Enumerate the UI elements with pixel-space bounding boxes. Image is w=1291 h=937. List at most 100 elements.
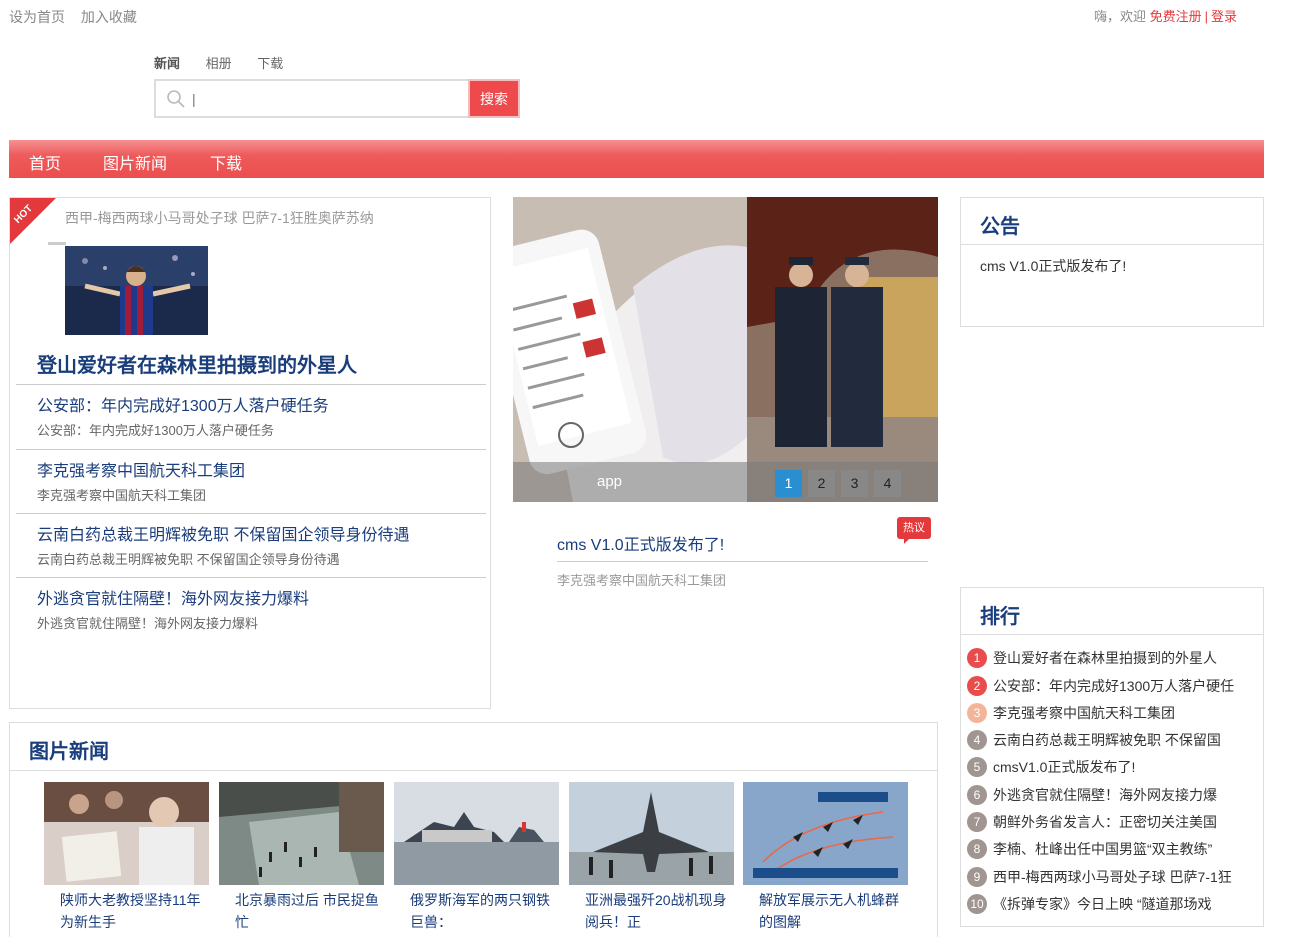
news-title[interactable]: 云南白药总裁王明辉被免职 不保留国企领导身份待遇 <box>37 521 409 545</box>
list-item: 李克强考察中国航天科工集团 李克强考察中国航天科工集团 <box>16 449 486 514</box>
divider <box>961 244 1263 245</box>
slider-dot[interactable]: 4 <box>874 470 901 497</box>
hot-discussion-badge: 热议 <box>897 517 931 544</box>
slider-dot[interactable]: 2 <box>808 470 835 497</box>
search-button[interactable]: 搜索 <box>468 79 520 118</box>
divider <box>961 634 1263 635</box>
rank-number: 8 <box>967 839 987 859</box>
featured-news-title[interactable]: cms V1.0正式版发布了! <box>557 531 724 555</box>
search-input[interactable] <box>192 87 452 111</box>
ranking-item[interactable]: 10 《拆弹专家》今日上映 “隧道那场戏 <box>967 894 1257 914</box>
messi-photo[interactable] <box>65 246 208 335</box>
photo-thumbnail[interactable] <box>569 782 734 885</box>
separator: | <box>1204 9 1208 24</box>
rank-text: 李楠、杜峰出任中国男篮“双主教练” <box>993 841 1213 857</box>
divider <box>557 561 928 562</box>
user-links: 嗨，欢迎 免费注册 | 登录 <box>1094 6 1237 25</box>
photo-news-panel: 图片新闻 陕师大老教授坚持11年为新生手 北京暴雨过后 市民捉鱼忙 俄罗斯海军的… <box>9 722 938 937</box>
rank-number: 1 <box>967 648 987 668</box>
slider-dot[interactable]: 3 <box>841 470 868 497</box>
slider-dot[interactable]: 1 <box>775 470 802 497</box>
ranking-item[interactable]: 5 cmsV1.0正式版发布了! <box>967 757 1257 777</box>
add-favorite-link[interactable]: 加入收藏 <box>81 9 137 25</box>
rank-number: 3 <box>967 703 987 723</box>
rank-text: 云南白药总裁王明辉被免职 不保留国 <box>993 732 1221 748</box>
news-desc: 李克强考察中国航天科工集团 <box>37 488 207 503</box>
rank-text: 公安部：年内完成好1300万人落户硬任 <box>993 678 1235 694</box>
search-box <box>154 79 468 118</box>
slider-image <box>513 197 938 502</box>
photo-caption[interactable]: 北京暴雨过后 市民捉鱼忙 <box>235 889 380 933</box>
ranking-title: 排行 <box>980 606 1020 628</box>
photo-thumbnail[interactable] <box>394 782 559 885</box>
nav-item-download[interactable]: 下载 <box>210 150 242 174</box>
news-desc: 外逃贪官就住隔壁！海外网友接力爆料 <box>37 616 259 631</box>
divider <box>48 242 66 245</box>
top-left-links: 设为首页 加入收藏 <box>9 7 149 27</box>
photo-caption[interactable]: 俄罗斯海军的两只钢铁巨兽： <box>410 889 555 933</box>
list-item: 外逃贪官就住隔壁！海外网友接力爆料 外逃贪官就住隔壁！海外网友接力爆料 <box>16 577 486 641</box>
photo-thumbnail[interactable] <box>44 782 209 885</box>
greeting-text: 嗨，欢迎 <box>1093 9 1146 24</box>
rank-number: 2 <box>967 676 987 696</box>
rank-text: 李克强考察中国航天科工集团 <box>993 705 1175 721</box>
photo-card[interactable]: 北京暴雨过后 市民捉鱼忙 <box>219 782 384 933</box>
nav-item-home[interactable]: 首页 <box>29 150 61 174</box>
photo-caption[interactable]: 解放军展示无人机蜂群的图解 <box>759 889 904 933</box>
news-title[interactable]: 李克强考察中国航天科工集团 <box>37 457 245 481</box>
news-title[interactable]: 外逃贪官就住隔壁！海外网友接力爆料 <box>37 585 309 609</box>
photo-thumbnail[interactable] <box>743 782 908 885</box>
hot-feature-title[interactable]: 登山爱好者在森林里拍摄到的外星人 <box>37 349 357 378</box>
search-tab-download[interactable]: 下载 <box>257 56 283 71</box>
list-item: 公安部：年内完成好1300万人落户硬任务 公安部：年内完成好1300万人落户硬任… <box>16 384 486 449</box>
rank-text: 朝鲜外务省发言人：正密切关注美国 <box>993 814 1217 830</box>
rank-text: 登山爱好者在森林里拍摄到的外星人 <box>993 650 1217 666</box>
rank-number: 7 <box>967 812 987 832</box>
rank-text: 《拆弹专家》今日上映 “隧道那场戏 <box>993 896 1212 912</box>
rank-number: 6 <box>967 785 987 805</box>
photo-card[interactable]: 陕师大老教授坚持11年为新生手 <box>44 782 209 933</box>
notice-panel: 公告 cms V1.0正式版发布了! <box>960 197 1264 327</box>
rank-number: 10 <box>967 894 987 914</box>
ranking-item[interactable]: 7 朝鲜外务省发言人：正密切关注美国 <box>967 812 1257 832</box>
search-tab-album[interactable]: 相册 <box>206 56 232 71</box>
nav-item-photo-news[interactable]: 图片新闻 <box>103 150 167 174</box>
photo-card[interactable]: 俄罗斯海军的两只钢铁巨兽： <box>394 782 559 933</box>
ranking-item[interactable]: 8 李楠、杜峰出任中国男篮“双主教练” <box>967 839 1257 859</box>
divider <box>10 770 937 771</box>
photo-thumbnail[interactable] <box>219 782 384 885</box>
rank-number: 5 <box>967 757 987 777</box>
news-desc: 云南白药总裁王明辉被免职 不保留国企领导身份待遇 <box>37 552 340 567</box>
photo-caption[interactable]: 亚洲最强歼20战机现身阅兵！正 <box>585 889 730 933</box>
photo-card[interactable]: 解放军展示无人机蜂群的图解 <box>743 782 908 933</box>
set-home-link[interactable]: 设为首页 <box>9 9 65 25</box>
featured-news-desc: 李克强考察中国航天科工集团 <box>557 573 727 588</box>
ranking-item[interactable]: 2 公安部：年内完成好1300万人落户硬任 <box>967 676 1257 696</box>
ranking-panel: 排行 1 登山爱好者在森林里拍摄到的外星人 2 公安部：年内完成好1300万人落户硬… <box>960 587 1264 927</box>
login-link[interactable]: 登录 <box>1211 9 1237 24</box>
ranking-item[interactable]: 1 登山爱好者在森林里拍摄到的外星人 <box>967 648 1257 668</box>
hot-news-panel: HOT 西甲-梅西两球小马哥处子球 巴萨7-1狂胜奥萨苏纳 登山爱好者在森林里拍… <box>9 197 491 709</box>
main-nav: 首页 图片新闻 下载 <box>9 140 1264 178</box>
rank-text: cmsV1.0正式版发布了! <box>993 759 1136 775</box>
notice-title: 公告 <box>980 216 1020 238</box>
hot-headline[interactable]: 西甲-梅西两球小马哥处子球 巴萨7-1狂胜奥萨苏纳 <box>65 208 374 228</box>
news-title[interactable]: 公安部：年内完成好1300万人落户硬任务 <box>37 392 329 416</box>
ranking-item[interactable]: 9 西甲-梅西两球小马哥处子球 巴萨7-1狂 <box>967 867 1257 887</box>
rank-number: 4 <box>967 730 987 750</box>
ranking-item[interactable]: 4 云南白药总裁王明辉被免职 不保留国 <box>967 730 1257 750</box>
photo-caption[interactable]: 陕师大老教授坚持11年为新生手 <box>60 889 205 933</box>
image-slider[interactable]: app <box>513 197 938 502</box>
news-desc: 公安部：年内完成好1300万人落户硬任务 <box>37 423 274 438</box>
ranking-item[interactable]: 3 李克强考察中国航天科工集团 <box>967 703 1257 723</box>
notice-item[interactable]: cms V1.0正式版发布了! <box>980 256 1126 276</box>
search-icon <box>167 90 185 108</box>
register-link[interactable]: 免费注册 <box>1150 9 1202 24</box>
ranking-item[interactable]: 6 外逃贪官就住隔壁！海外网友接力爆 <box>967 785 1257 805</box>
search-tabs: 新闻 相册 下载 <box>154 53 305 72</box>
search-tab-news[interactable]: 新闻 <box>154 56 180 71</box>
slider-caption: app <box>597 473 623 490</box>
rank-text: 西甲-梅西两球小马哥处子球 巴萨7-1狂 <box>993 869 1232 885</box>
photo-card[interactable]: 亚洲最强歼20战机现身阅兵！正 <box>569 782 734 933</box>
list-item: 云南白药总裁王明辉被免职 不保留国企领导身份待遇 云南白药总裁王明辉被免职 不保… <box>16 513 486 577</box>
